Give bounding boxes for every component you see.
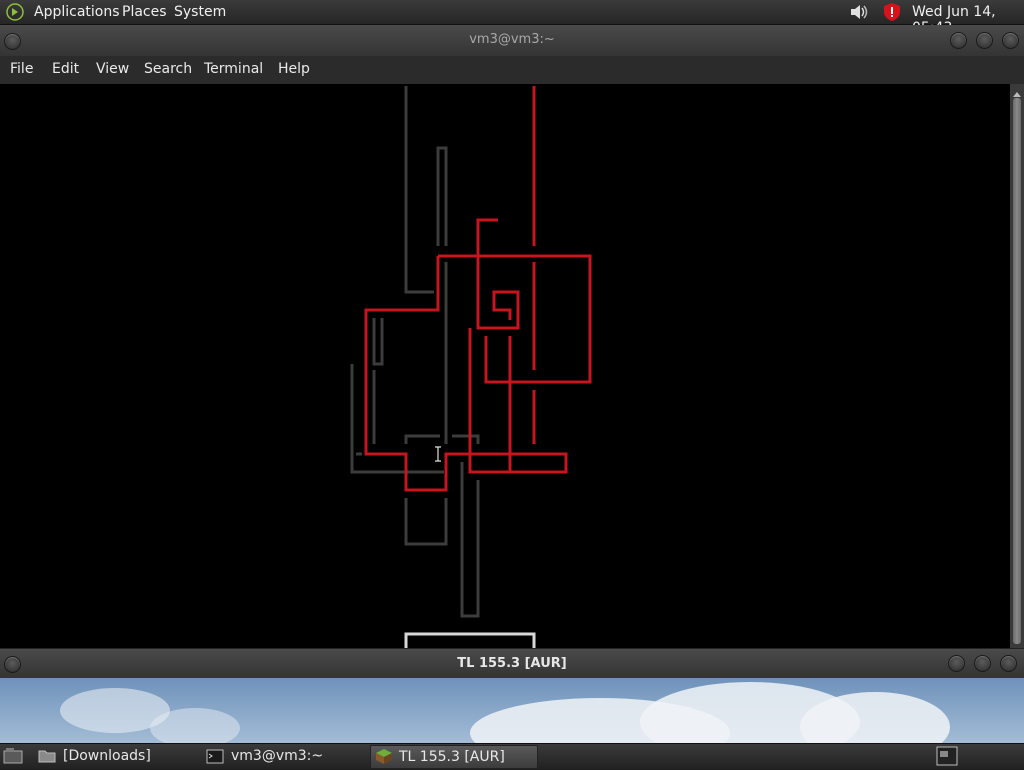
gray-trail (404, 498, 448, 546)
terminal-scrollbar[interactable] (1010, 84, 1024, 648)
gray-trail (404, 434, 440, 444)
folder-icon (38, 748, 56, 768)
show-desktop-icon[interactable] (3, 747, 23, 769)
taskbar-item-tl-game[interactable]: TL 155.3 [AUR] (370, 745, 538, 769)
workspace-switcher-icon[interactable] (936, 746, 958, 770)
taskbar-item-label: vm3@vm3:~ (231, 748, 324, 764)
red-trail (438, 254, 592, 384)
taskbar-item-downloads[interactable]: [Downloads] (36, 745, 196, 767)
scrollbar-thumb[interactable] (1013, 98, 1021, 644)
light-trail-drawing (350, 86, 592, 648)
red-trail (476, 218, 520, 330)
menu-edit[interactable]: Edit (52, 61, 79, 77)
tl-window-title: TL 155.3 [AUR] (457, 656, 567, 671)
terminal-menubar: File Edit View Search Terminal Help (0, 56, 1024, 84)
volume-icon[interactable] (848, 2, 872, 26)
maximize-button[interactable] (976, 32, 993, 49)
tl-window-titlebar[interactable]: TL 155.3 [AUR] (0, 648, 1024, 679)
security-shield-icon[interactable] (881, 2, 903, 26)
menu-terminal[interactable]: Terminal (204, 61, 263, 77)
red-trail (364, 256, 568, 492)
top-panel: Applications Places System Wed Jun 14, 0… (0, 0, 1024, 36)
gray-trail (372, 318, 384, 366)
menu-system[interactable]: System (174, 4, 226, 20)
taskbar-item-terminal[interactable]: vm3@vm3:~ (204, 745, 364, 767)
text-cursor-icon (435, 446, 441, 462)
taskbar-item-label: [Downloads] (63, 748, 151, 764)
menu-places[interactable]: Places (122, 4, 167, 20)
minimize-button[interactable] (948, 655, 965, 672)
bottom-taskbar: [Downloads] vm3@vm3:~ TL 155.3 [AUR] (0, 743, 1024, 769)
distro-logo-icon[interactable] (5, 3, 25, 25)
menu-applications[interactable]: Applications (34, 4, 120, 20)
terminal-icon (206, 749, 224, 768)
gray-trail (460, 462, 480, 618)
game-block-icon (375, 748, 393, 769)
menu-file[interactable]: File (10, 61, 33, 77)
taskbar-item-label: TL 155.3 [AUR] (399, 749, 505, 765)
game-sky-view[interactable] (0, 678, 1024, 743)
white-trail (404, 632, 536, 648)
menu-search[interactable]: Search (144, 61, 192, 77)
minimize-button[interactable] (950, 32, 967, 49)
cloud (150, 708, 240, 743)
terminal-window-title: vm3@vm3:~ (469, 32, 555, 47)
menu-help[interactable]: Help (278, 61, 310, 77)
terminal-output[interactable] (0, 84, 1010, 648)
gray-trail (436, 146, 448, 246)
terminal-titlebar[interactable]: vm3@vm3:~ (0, 25, 1024, 56)
gray-trail (404, 86, 434, 294)
gray-trail (452, 434, 480, 444)
maximize-button[interactable] (974, 655, 991, 672)
menu-view[interactable]: View (96, 61, 129, 77)
close-button[interactable] (1000, 655, 1017, 672)
close-button[interactable] (1002, 32, 1019, 49)
